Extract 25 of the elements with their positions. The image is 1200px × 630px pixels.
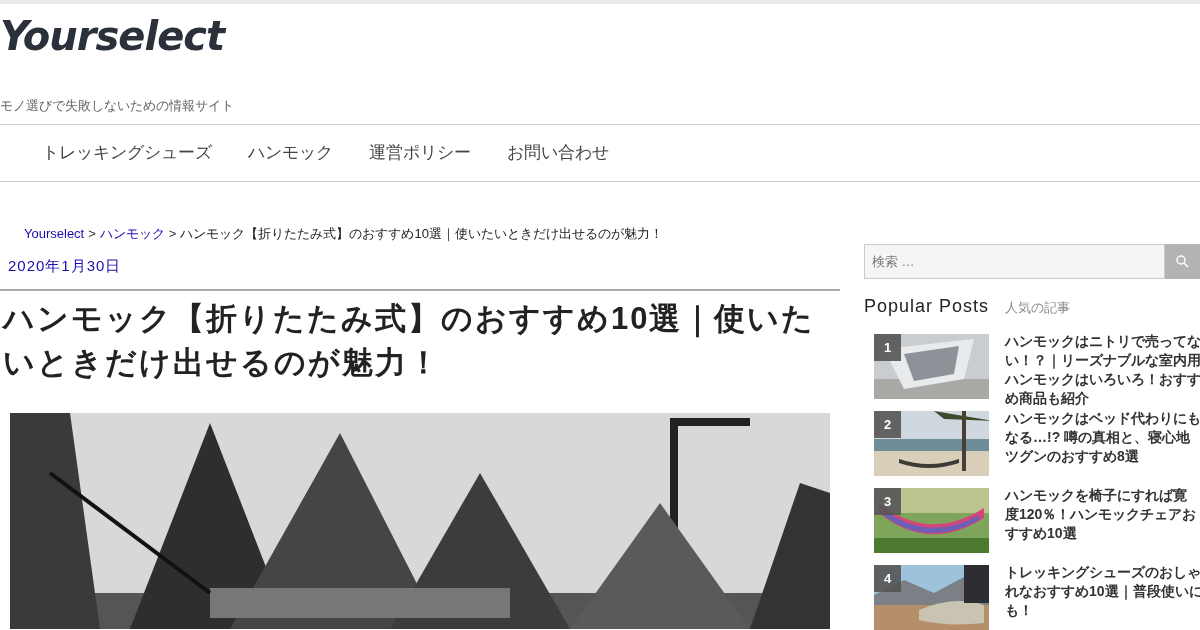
post-title-link[interactable]: ハンモックはベッド代わりにも なる…!? 噂の真相と、寝心地 ツグンのおすすめ8選 xyxy=(1005,409,1200,466)
site-tagline: モノ選びで失敗しないための情報サイト xyxy=(0,97,235,115)
breadcrumb-link[interactable]: ハンモック xyxy=(99,224,165,244)
rank-badge: 4 xyxy=(874,565,901,592)
post-date: 2020年1月30日 xyxy=(7,255,123,276)
post-title-link[interactable]: ハンモックはニトリで売ってな い！？｜リーズナブルな室内用 ハンモックはいろいろ！おすす め商品も紹介 xyxy=(1005,332,1200,408)
search-icon xyxy=(1176,255,1189,268)
site-logo[interactable]: Yourselect xyxy=(0,14,1200,58)
post-title-link[interactable]: ハンモックを椅子にすれば寛 度120％！ハンモックチェアお すすめ10選 xyxy=(1005,486,1197,543)
rank-badge: 1 xyxy=(874,334,901,361)
breadcrumb-separator: > xyxy=(88,225,96,243)
nav-link[interactable]: お問い合わせ xyxy=(507,140,609,166)
widget-title: Popular Posts xyxy=(864,295,990,318)
rank-badge: 2 xyxy=(874,411,901,438)
nav-link[interactable]: 運営ポリシー xyxy=(369,140,471,166)
nav-link[interactable]: ハンモック xyxy=(248,140,333,166)
nav-link[interactable]: トレッキングシューズ xyxy=(42,140,212,166)
widget-subtitle: 人気の記事 xyxy=(1005,299,1071,317)
article-title: ハンモック【折りたたみ式】のおすすめ10選｜使いたいときだけ出せるのが魅力！ xyxy=(0,299,817,382)
breadcrumb-separator: > xyxy=(168,225,177,243)
breadcrumb-link[interactable]: Yourselect xyxy=(24,224,85,244)
breadcrumb-current: ハンモック【折りたたみ式】のおすすめ10選｜使いたいときだけ出せるのが魅力！ xyxy=(180,225,663,244)
search-field[interactable]: 検索 … xyxy=(864,244,1165,279)
search-button[interactable] xyxy=(1165,244,1200,279)
rank-badge: 3 xyxy=(874,488,901,515)
